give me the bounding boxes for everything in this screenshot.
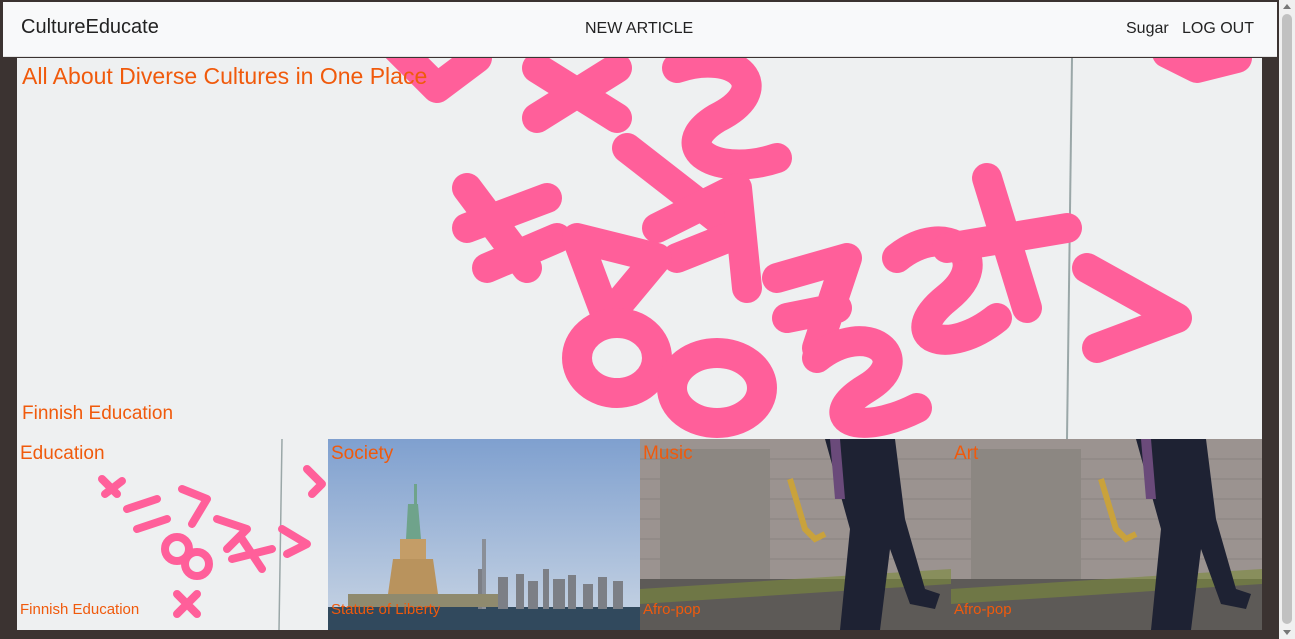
scroll-up-arrow-icon[interactable] <box>1283 4 1291 9</box>
category-link-music[interactable]: Music <box>643 443 693 465</box>
article-link-education[interactable]: Finnish Education <box>20 601 139 618</box>
article-link-art[interactable]: Afro-pop <box>954 601 1012 618</box>
username-label: Sugar <box>1126 20 1169 37</box>
category-link-society[interactable]: Society <box>331 443 393 465</box>
category-card-education[interactable]: Education Finnish Education <box>17 439 328 630</box>
featured-article-link[interactable]: Finnish Education <box>22 403 173 425</box>
brand-link[interactable]: CultureEducate <box>21 16 159 39</box>
category-link-art[interactable]: Art <box>954 443 978 465</box>
page-scrollbar[interactable] <box>1279 0 1295 639</box>
category-card-art[interactable]: Art Afro-pop <box>951 439 1262 630</box>
new-article-link[interactable]: NEW ARTICLE <box>585 20 693 38</box>
logout-link[interactable]: LOG OUT <box>1182 20 1254 38</box>
scroll-thumb[interactable] <box>1282 14 1292 624</box>
article-link-society[interactable]: Statue of Liberty <box>331 601 440 618</box>
page-title: All About Diverse Cultures in One Place <box>22 63 428 89</box>
hero-image <box>17 58 1262 439</box>
category-card-society[interactable]: Society Statue of Liberty <box>328 439 640 630</box>
article-link-music[interactable]: Afro-pop <box>643 601 701 618</box>
category-link-education[interactable]: Education <box>20 443 105 465</box>
category-card-music[interactable]: Music Afro-pop <box>640 439 951 630</box>
scroll-down-arrow-icon[interactable] <box>1283 630 1291 635</box>
navbar: CultureEducate NEW ARTICLE Sugar LOG OUT <box>3 2 1277 57</box>
category-cards: Education Finnish Education Society Stat… <box>17 439 1262 630</box>
hero-banner[interactable]: All About Diverse Cultures in One Place … <box>17 58 1262 439</box>
